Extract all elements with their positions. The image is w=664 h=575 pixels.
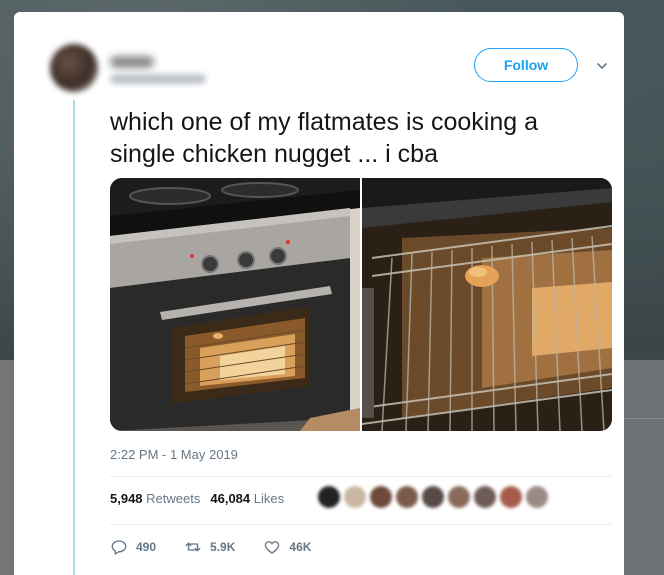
tweet-actions: 490 5.9K 46K	[110, 538, 311, 556]
liker-avatar[interactable]	[474, 486, 496, 508]
liker-avatar[interactable]	[500, 486, 522, 508]
liker-avatar[interactable]	[526, 486, 548, 508]
reply-action[interactable]: 490	[110, 538, 156, 556]
liker-avatar[interactable]	[344, 486, 366, 508]
liker-avatar[interactable]	[370, 486, 392, 508]
liker-avatar[interactable]	[448, 486, 470, 508]
retweet-action[interactable]: 5.9K	[184, 538, 235, 556]
tweet-modal: Follow which one of my flatmates is cook…	[14, 12, 624, 575]
avatar[interactable]	[50, 44, 98, 92]
tweet-text: which one of my flatmates is cooking a s…	[110, 108, 538, 168]
liker-avatar[interactable]	[396, 486, 418, 508]
divider	[110, 524, 612, 525]
likes-stat[interactable]: 46,084 Likes	[210, 491, 284, 506]
tweet-timestamp[interactable]: 2:22 PM - 1 May 2019	[110, 447, 238, 462]
retweet-icon[interactable]	[184, 538, 202, 556]
tweet-media[interactable]	[110, 178, 612, 431]
chevron-down-icon[interactable]	[596, 60, 608, 72]
tweet-stats: 5,948 Retweets 46,084 Likes	[110, 491, 284, 506]
like-action[interactable]: 46K	[263, 538, 311, 556]
reply-icon[interactable]	[110, 538, 128, 556]
retweets-stat[interactable]: 5,948 Retweets	[110, 491, 200, 506]
thread-connector	[73, 100, 75, 575]
heart-icon[interactable]	[263, 538, 281, 556]
display-name-blurred[interactable]	[110, 56, 154, 68]
tweet-photo-nugget-closeup[interactable]	[362, 178, 612, 431]
tweet-photo-oven-front[interactable]	[110, 178, 360, 431]
liker-avatar[interactable]	[422, 486, 444, 508]
follow-button[interactable]: Follow	[474, 48, 578, 82]
username-blurred[interactable]	[110, 74, 206, 84]
divider	[110, 476, 612, 477]
liker-avatars[interactable]	[318, 486, 548, 508]
liker-avatar[interactable]	[318, 486, 340, 508]
